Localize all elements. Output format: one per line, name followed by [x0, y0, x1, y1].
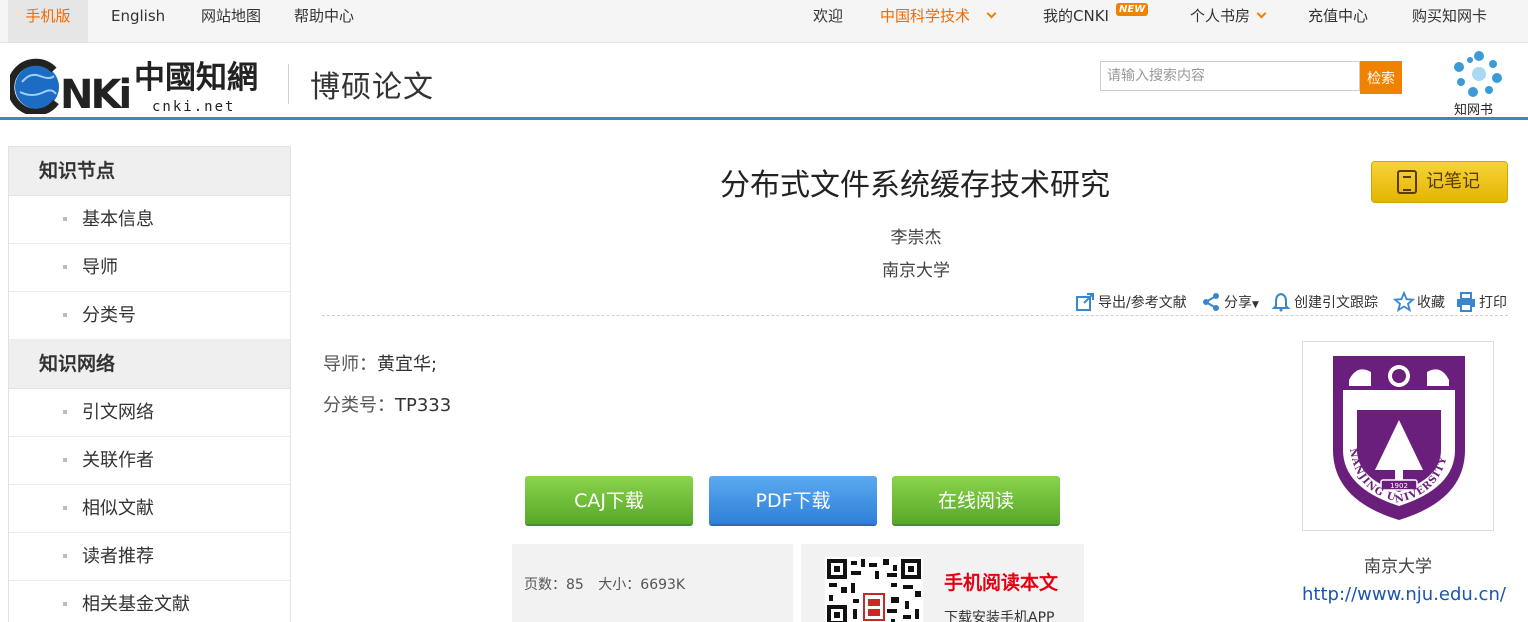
cnki-logo[interactable]: NKi 中國知網 cnki.net — [10, 54, 278, 114]
share-icon — [1203, 293, 1219, 311]
header-divider — [288, 64, 289, 104]
welcome-text: 欢迎 — [813, 7, 844, 25]
pages-value: 85 — [566, 577, 584, 593]
file-info-box: 页数：85 大小：6693K — [512, 544, 793, 622]
english-link[interactable]: English — [111, 0, 165, 42]
caret-down-icon: ▼ — [1252, 300, 1259, 310]
caj-download-button[interactable]: CAJ下载 — [525, 476, 693, 526]
site-header: NKi 中國知網 cnki.net 博硕论文 检索 知网书 — [0, 44, 1528, 120]
university-seal-box[interactable]: 1902 NANJING UNIVERSITY — [1302, 341, 1494, 531]
favorite-button[interactable]: 收藏 — [1393, 291, 1445, 312]
export-references-button[interactable]: 导出/参考文献 — [1076, 292, 1187, 312]
buy-card-link[interactable]: 购买知网卡 — [1412, 0, 1487, 42]
online-read-button[interactable]: 在线阅读 — [892, 476, 1060, 526]
print-button[interactable]: 打印 — [1457, 292, 1507, 312]
search-input[interactable] — [1100, 61, 1360, 91]
star-icon — [1393, 291, 1415, 312]
export-label: 导出/参考文献 — [1098, 295, 1187, 311]
bell-icon — [1271, 292, 1291, 312]
print-label: 打印 — [1479, 295, 1507, 311]
university-link[interactable]: 南京大学 — [866, 256, 966, 281]
classification-row: 分类号：TP333 — [323, 391, 451, 417]
size-value: 6693K — [640, 577, 686, 593]
take-notes-label: 记笔记 — [1426, 171, 1480, 192]
favorite-label: 收藏 — [1417, 295, 1445, 311]
cast-menu[interactable]: 中国科学技术 — [880, 0, 997, 42]
my-cnki-link[interactable]: 我的CNKI — [1043, 0, 1109, 42]
sidebar-item-basic-info[interactable]: 基本信息 — [9, 196, 290, 244]
institution-url-link[interactable]: http://www.nju.edu.cn/ — [1302, 584, 1506, 606]
download-app-text[interactable]: 下载安装手机APP — [944, 607, 1054, 622]
sidebar-item-classification[interactable]: 分类号 — [9, 292, 290, 340]
zhiwangshu-label: 知网书 — [1454, 102, 1493, 118]
advisor-row: 导师：黄宜华; — [323, 350, 437, 376]
sidebar-item-related-authors[interactable]: 关联作者 — [9, 437, 290, 485]
svg-text:NKi: NKi — [60, 72, 129, 114]
sidebar-item-related-fund[interactable]: 相关基金文献 — [9, 581, 290, 622]
chevron-down-icon — [986, 8, 997, 19]
seal-year: 1902 — [1390, 482, 1408, 490]
mobile-version-link[interactable]: 手机版 — [8, 0, 88, 42]
knowledge-sidebar: 知识节点 基本信息 导师 分类号 知识网络 引文网络 关联作者 相似文献 读者推… — [8, 146, 291, 622]
zhiwangshu-logo[interactable]: 知网书 — [1446, 46, 1512, 118]
qr-code-icon — [825, 557, 923, 622]
create-citation-tracking-button[interactable]: 创建引文跟踪 — [1271, 292, 1378, 312]
article-toolbar: 导出/参考文献 分享▼ 创建引文跟踪 收藏 打印 — [322, 288, 1508, 316]
pdf-download-button[interactable]: PDF下载 — [709, 476, 877, 526]
mobile-app-box: 手机阅读本文 下载安装手机APP — [801, 544, 1084, 622]
share-label: 分享 — [1224, 295, 1252, 311]
logo-subtext: cnki.net — [152, 99, 235, 114]
search-button[interactable]: 检索 — [1360, 61, 1402, 94]
logo-text: 中國知網 — [134, 60, 258, 96]
sidebar-heading-knowledge-network: 知识网络 — [9, 340, 290, 389]
cast-menu-label: 中国科学技术 — [880, 7, 971, 25]
new-badge: NEW — [1116, 3, 1149, 16]
sidebar-heading-knowledge-node: 知识节点 — [9, 147, 290, 196]
sidebar-item-similar-documents[interactable]: 相似文献 — [9, 485, 290, 533]
mobile-read-title[interactable]: 手机阅读本文 — [944, 568, 1058, 595]
recharge-link[interactable]: 充值中心 — [1308, 0, 1368, 42]
top-bar: 手机版 English 网站地图 帮助中心 欢迎 中国科学技术 我的CNKI N… — [0, 0, 1528, 43]
sidebar-item-advisor[interactable]: 导师 — [9, 244, 290, 292]
personal-library-menu[interactable]: 个人书房 — [1190, 0, 1267, 42]
sidebar-item-citation-network[interactable]: 引文网络 — [9, 389, 290, 437]
classification-label: 分类号： — [323, 395, 395, 416]
author-link[interactable]: 李崇杰 — [866, 223, 966, 248]
help-center-link[interactable]: 帮助中心 — [294, 0, 354, 42]
take-notes-button[interactable]: 记笔记 — [1371, 161, 1508, 203]
nanjing-university-seal-icon: 1902 NANJING UNIVERSITY — [1333, 356, 1465, 520]
pages-label: 页数： — [524, 577, 566, 593]
printer-icon — [1457, 292, 1475, 312]
classification-code: TP333 — [395, 395, 452, 416]
library-label: 个人书房 — [1190, 7, 1251, 25]
track-label: 创建引文跟踪 — [1294, 295, 1378, 311]
institution-name[interactable]: 南京大学 — [1302, 552, 1494, 577]
sitemap-link[interactable]: 网站地图 — [201, 0, 261, 42]
paper-title: 分布式文件系统缓存技术研究 — [720, 168, 1110, 203]
advisor-label: 导师： — [323, 354, 377, 375]
chevron-down-icon — [1256, 8, 1267, 19]
section-title: 博硕论文 — [310, 70, 434, 105]
sidebar-item-reader-recommend[interactable]: 读者推荐 — [9, 533, 290, 581]
export-icon — [1076, 293, 1094, 311]
size-label: 大小： — [598, 577, 641, 593]
share-menu[interactable]: 分享▼ — [1203, 292, 1259, 312]
advisor-link[interactable]: 黄宜华; — [377, 354, 437, 375]
notebook-icon — [1397, 170, 1417, 194]
